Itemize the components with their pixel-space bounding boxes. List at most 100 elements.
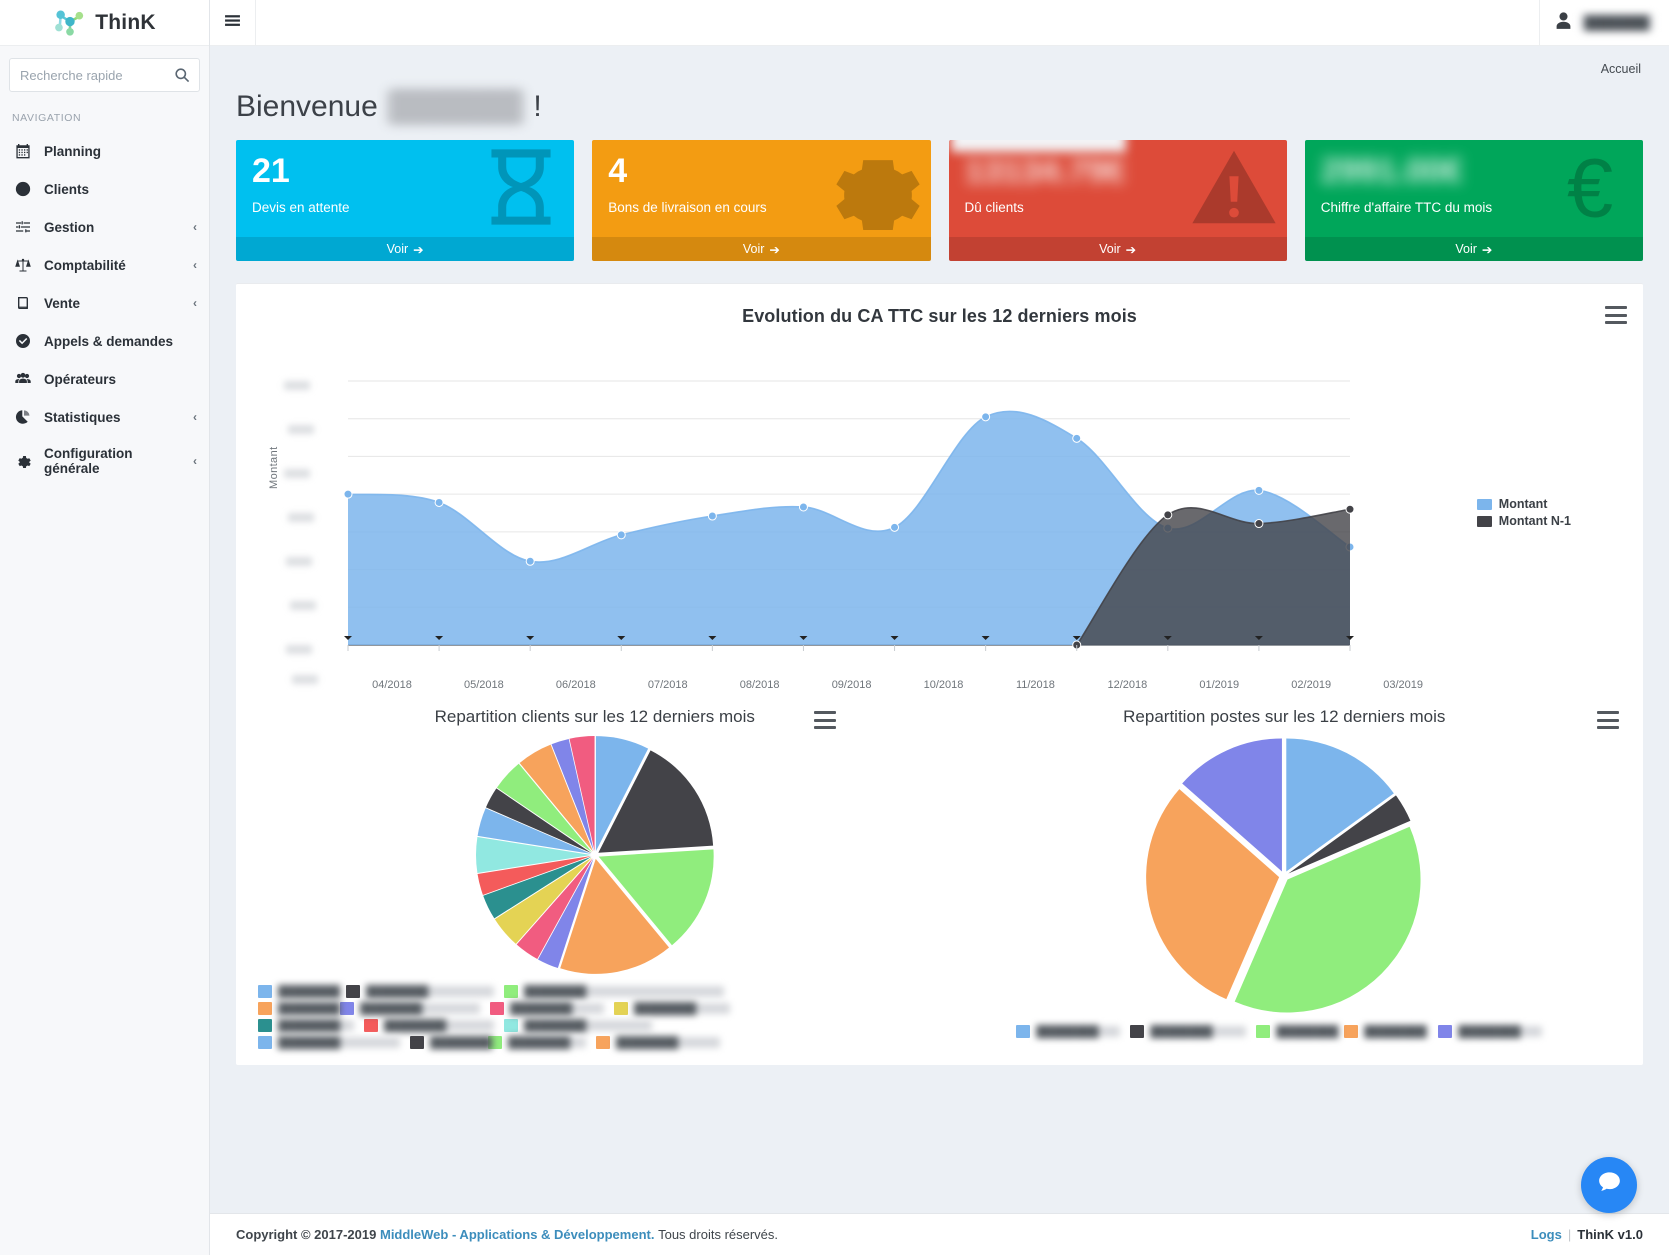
- pie-legend-item[interactable]: ████████: [504, 985, 724, 998]
- check-circle-icon: [14, 332, 32, 350]
- user-menu[interactable]: ███████: [1538, 0, 1669, 45]
- pie-legend-item[interactable]: ████████: [1256, 1025, 1339, 1038]
- pie-clients-export-menu[interactable]: [813, 711, 836, 729]
- pie-legend-item[interactable]: ████████: [1130, 1025, 1247, 1038]
- footer-logs-link[interactable]: Logs: [1531, 1227, 1562, 1242]
- legend-item[interactable]: Montant N-1: [1476, 514, 1571, 528]
- pie-legend-swatch: [258, 985, 272, 998]
- x-axis-tick-label: 01/2019: [1199, 679, 1240, 691]
- brand-logo-area[interactable]: ThinK: [0, 0, 209, 46]
- user-avatar-icon: [1554, 11, 1573, 35]
- kpi-card-row: 21 Devis en attente Voir ➔ 4 Bons de liv…: [210, 124, 1669, 261]
- x-axis-labels: 04/2018 05/2018 06/2018 07/2018 08/2018 09/20…: [346, 679, 1449, 691]
- pie-legend-item[interactable]: ████████: [488, 1036, 586, 1049]
- sidebar-item-appels-demandes[interactable]: Appels & demandes: [0, 322, 209, 360]
- pie-legend-item[interactable]: ████████: [364, 1019, 494, 1032]
- sidebar-item-operateurs[interactable]: Opérateurs: [0, 360, 209, 398]
- x-axis-tick-label: 09/2018: [831, 679, 872, 691]
- legend-item[interactable]: Montant: [1476, 497, 1571, 511]
- sidebar-item-gestion[interactable]: Gestion ‹: [0, 208, 209, 246]
- pie-legend-label: ████████: [278, 1037, 400, 1049]
- pie-chart-postes: Repartition postes sur les 12 derniers m…: [940, 703, 1630, 1051]
- y-tick-label: [288, 513, 314, 522]
- welcome-user-name: ██████: [385, 90, 526, 124]
- main-region: ███████ Accueil Bienvenue ██████ ! 21 De…: [210, 0, 1669, 1255]
- footer-version: ThinK v1.0: [1577, 1227, 1643, 1242]
- kpi-view-link[interactable]: Voir ➔: [1304, 237, 1643, 261]
- footer-company-link[interactable]: MiddleWeb - Applications & Développement…: [380, 1227, 654, 1242]
- pie-legend-label: ████████: [1276, 1026, 1339, 1038]
- pie-legend-label: ████████: [384, 1020, 494, 1032]
- x-axis-tick-label: 12/2018: [1107, 679, 1148, 691]
- pie-legend-item[interactable]: ████████: [504, 1019, 652, 1032]
- chevron-icon: ‹: [193, 258, 197, 272]
- kpi-card-bons-de-livraison[interactable]: 4 Bons de livraison en cours Voir ➔: [592, 140, 931, 261]
- sidebar-item-planning[interactable]: Planning: [0, 132, 209, 170]
- legend-label: Montant: [1498, 497, 1548, 511]
- pie-legend-row: ████████ ████████ ████████: [258, 1017, 932, 1034]
- pie-legend-item[interactable]: ████████: [258, 1019, 354, 1032]
- y-tick-label: [292, 675, 318, 684]
- pie-legend-item[interactable]: ████████: [1016, 1025, 1121, 1038]
- pie-legend-item[interactable]: ████████: [1438, 1025, 1543, 1038]
- kpi-card-chiffre-affaire[interactable]: € 2991.00€ Chiffre d'affaire TTC du mois…: [1304, 140, 1643, 261]
- pie-legend-item[interactable]: ████████: [1344, 1025, 1429, 1038]
- x-axis-tick-label: 11/2018: [1015, 679, 1055, 691]
- kpi-view-link[interactable]: Voir ➔: [592, 237, 931, 261]
- kpi-card-du-clients[interactable]: 13134.79€ Dû clients Voir ➔: [948, 140, 1287, 261]
- pie-chart-clients: Repartition clients sur les 12 derniers …: [250, 703, 940, 1051]
- pie-chart-icon: [14, 408, 32, 426]
- y-tick-label: [284, 469, 310, 478]
- pie-legend-label: ████████: [524, 986, 724, 998]
- pie-legend-item[interactable]: ████████: [346, 985, 494, 998]
- sidebar-item-label: Vente: [44, 295, 81, 311]
- sidebar-item-clients[interactable]: Clients: [0, 170, 209, 208]
- page-title: Bienvenue ██████ !: [210, 76, 1669, 124]
- topbar: ███████: [210, 0, 1669, 46]
- pie-legend-label: ████████: [634, 1003, 730, 1015]
- kpi-view-label: Voir: [1099, 242, 1121, 256]
- kpi-value: 4: [608, 152, 628, 190]
- kpi-view-link[interactable]: Voir ➔: [236, 237, 575, 261]
- sliders-icon: [14, 218, 32, 236]
- pie-legend-swatch: [1130, 1025, 1145, 1038]
- users-group-icon: [14, 370, 32, 388]
- pie-postes-export-menu[interactable]: [1597, 711, 1619, 729]
- pie-legend-item[interactable]: ████████: [614, 1002, 730, 1015]
- sidebar-item-vente[interactable]: Vente ‹: [0, 284, 209, 322]
- pie-legend-swatch: [1256, 1025, 1271, 1038]
- search-box[interactable]: [9, 58, 200, 92]
- kpi-card-devis-en-attente[interactable]: 21 Devis en attente Voir ➔: [236, 140, 575, 261]
- sidebar-item-label: Gestion: [44, 219, 95, 235]
- sidebar-toggle-button[interactable]: [210, 0, 256, 45]
- kpi-view-link[interactable]: Voir ➔: [948, 237, 1287, 261]
- pie-legend-label: ████████: [508, 1037, 586, 1049]
- pie-legend-label: ████████: [616, 1037, 720, 1049]
- pie-legend-item[interactable]: ████████: [258, 1002, 340, 1015]
- kpi-body: 2991.00€ Chiffre d'affaire TTC du mois: [1305, 140, 1643, 237]
- breadcrumb[interactable]: Accueil: [210, 46, 1669, 76]
- area-chart-export-menu[interactable]: [1605, 306, 1627, 324]
- pie-legend-item[interactable]: ████████: [258, 1036, 400, 1049]
- pie-legend-swatch: [410, 1036, 424, 1049]
- pie-legend-item[interactable]: ████████: [340, 1002, 480, 1015]
- chat-bubble-button[interactable]: [1581, 1157, 1637, 1213]
- sidebar-item-label: Planning: [44, 143, 101, 159]
- pie-legend-item[interactable]: ████████: [596, 1036, 720, 1049]
- sidebar-item-statistiques[interactable]: Statistiques ‹: [0, 398, 209, 436]
- search-icon: [174, 67, 190, 83]
- kpi-view-label: Voir: [1455, 242, 1477, 256]
- pie-legend-swatch: [258, 1036, 272, 1049]
- hamburger-menu-icon: [224, 12, 241, 34]
- sidebar-item-label: Comptabilité: [44, 257, 126, 273]
- pie-legend-item[interactable]: ████████: [410, 1036, 492, 1049]
- pie-legend-item[interactable]: ████████: [490, 1002, 604, 1015]
- sidebar: ThinK NAVIGATION Planning: [0, 0, 210, 1255]
- sidebar-item-configuration-generale[interactable]: Configuration générale ‹: [0, 436, 209, 486]
- legend-label: Montant N-1: [1498, 514, 1571, 528]
- search-input[interactable]: [10, 59, 199, 91]
- pie-legend-item[interactable]: ████████: [258, 985, 340, 998]
- sidebar-item-comptabilite[interactable]: Comptabilité ‹: [0, 246, 209, 284]
- chevron-icon: ‹: [193, 410, 197, 424]
- pie-legend-label: ████████: [1036, 1026, 1121, 1038]
